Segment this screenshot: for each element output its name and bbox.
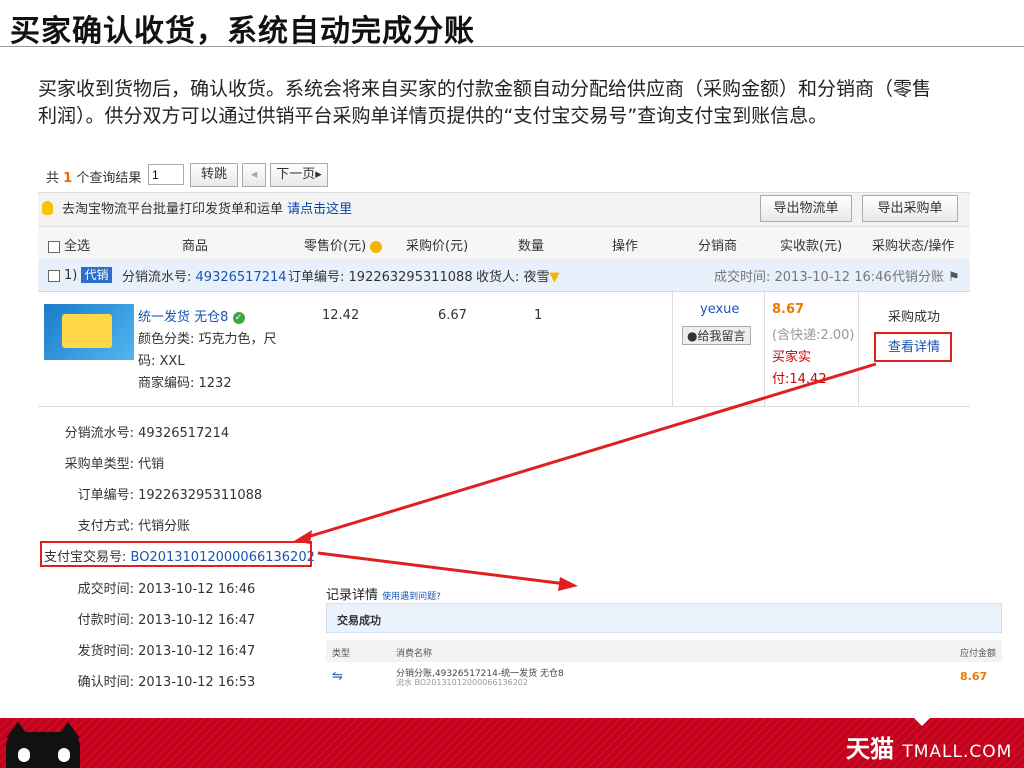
record-serial: 流水 BO20131012000066136202 (396, 678, 528, 687)
help-icon[interactable] (370, 240, 383, 253)
product-name-link[interactable]: 统一发货 无仓8 ✓ (138, 306, 245, 325)
col-product: 商品 (182, 239, 209, 254)
purchase-status: 采购成功 (888, 310, 941, 325)
consignment-tag: 代销 (81, 267, 112, 283)
detail-deal-time: 成交时间: 2013-10-12 16:46 (77, 582, 256, 597)
tmall-brand: 天猫 TMALL.COM (846, 735, 1013, 763)
col-action: 操作 (612, 239, 639, 254)
received-amount: 8.67 (772, 302, 805, 317)
col-amount: 应付金额 (960, 649, 997, 659)
hint-bar: 去淘宝物流平台批量打印发货单和运单 请点击这里 导出物流单 导出采购单 (38, 192, 970, 227)
trade-status: 交易成功 (337, 614, 381, 627)
detail-serial: 分销流水号: 49326517214 (64, 426, 230, 441)
table-header: 全选 商品 零售价(元) 采购价(元) 数量 操作 分销商 实收款(元) 采购状… (38, 226, 970, 260)
product-thumbnail[interactable] (44, 304, 134, 360)
order-summary-row: 1) 代销 分销流水号: 49326517214 订单编号: 192263295… (38, 259, 970, 292)
record-status-bar: 交易成功 (326, 603, 1002, 633)
record-amount: 8.67 (960, 670, 988, 683)
jump-button[interactable]: 转跳 (190, 163, 238, 187)
export-purchase-button[interactable]: 导出采购单 (862, 195, 958, 222)
quantity: 1 (534, 308, 543, 323)
chat-icon: ● (687, 329, 698, 343)
buyer-paid-line2: 付:14.42 (772, 372, 827, 387)
product-spec-line2: 码: XXL (138, 354, 185, 369)
shipping-note: (含快递:2.00) (772, 328, 855, 343)
view-details-highlight (874, 332, 952, 362)
flag-icon[interactable]: ⚑ (948, 270, 960, 285)
cat-eye-icon (18, 748, 30, 762)
checkbox-icon[interactable] (48, 269, 60, 282)
purchase-price: 6.67 (438, 308, 467, 323)
intro-paragraph: 买家收到货物后，确认收货。系统会将来自买家的付款金额自动分配给供应商（采购金额）… (38, 78, 932, 127)
filter-icon[interactable]: ▼ (550, 270, 560, 285)
receiver: 收货人: 夜雪▼ (476, 270, 560, 285)
next-page-button[interactable]: 下一页▸ (270, 163, 328, 187)
transfer-icon: ⇋ (332, 669, 343, 684)
alipay-number-highlight (40, 541, 312, 567)
deal-time: 成交时间: 2013-10-12 16:46 (714, 270, 892, 285)
select-all[interactable]: 全选 (48, 235, 90, 254)
record-table-header: 类型 消费名称 应付金额 (326, 640, 1002, 662)
alipay-record-panel: 记录详情 使用遇到问题? 交易成功 类型 消费名称 应付金额 ⇋ 分销分账,49… (326, 582, 1002, 690)
checkbox-icon[interactable] (48, 240, 60, 253)
detail-pay-time: 付款时间: 2013-10-12 16:47 (77, 613, 256, 628)
purchase-detail-list: 分销流水号: 49326517214 采购单类型: 代销 订单编号: 19226… (38, 414, 316, 692)
export-logistics-button[interactable]: 导出物流单 (760, 195, 852, 222)
purchase-order-panel: 共 1 个查询结果 转跳 ◂ 下一页▸ 去淘宝物流平台批量打印发货单和运单 请点… (38, 158, 970, 407)
order-checkbox[interactable]: 1) 代销 (48, 266, 112, 283)
record-title: 记录详情 使用遇到问题? (326, 588, 441, 603)
footer-notch (914, 718, 930, 726)
lightbulb-icon (42, 201, 53, 215)
serial-number: 分销流水号: 49326517214 (122, 270, 287, 285)
col-type: 类型 (332, 649, 351, 659)
hint-text: 去淘宝物流平台批量打印发货单和运单 请点击这里 (62, 202, 353, 217)
prev-page-button[interactable]: ◂ (242, 163, 266, 187)
leave-message-button[interactable]: ●给我留言 (682, 326, 751, 345)
distributor-name-link[interactable]: yexue (700, 302, 739, 317)
cat-eye-icon (58, 748, 70, 762)
col-retail-price: 零售价(元) (304, 235, 383, 254)
col-quantity: 数量 (518, 239, 545, 254)
order-number: 订单编号: 192263295311088 (288, 270, 473, 285)
detail-confirm-time: 确认时间: 2013-10-12 16:53 (77, 675, 256, 690)
title-divider (0, 46, 1024, 47)
click-here-link[interactable]: 请点击这里 (287, 202, 352, 217)
buyer-paid-line1: 买家实 (772, 350, 812, 365)
col-distributor: 分销商 (698, 239, 738, 254)
help-link[interactable]: 使用遇到问题? (382, 592, 441, 602)
result-count: 共 1 个查询结果 (46, 171, 142, 186)
slide-title: 买家确认收货，系统自动完成分账 (10, 14, 475, 49)
col-name: 消费名称 (396, 649, 433, 659)
detail-order: 订单编号: 192263295311088 (77, 488, 263, 503)
order-item-row: 统一发货 无仓8 ✓ 颜色分类: 巧克力色，尺 码: XXL 商家编码: 123… (38, 292, 970, 407)
col-received: 实收款(元) (780, 239, 843, 254)
col-status: 采购状态/操作 (872, 239, 955, 254)
detail-type: 采购单类型: 代销 (64, 457, 165, 472)
record-row: ⇋ 分销分账,49326517214-统一发货 无仓8 流水 BO2013101… (326, 663, 1002, 690)
page-number-input[interactable] (148, 164, 184, 185)
merchant-code: 商家编码: 1232 (138, 376, 232, 391)
pagination-bar: 共 1 个查询结果 转跳 ◂ 下一页▸ (38, 158, 970, 192)
verified-icon: ✓ (232, 311, 245, 324)
detail-pay-method: 支付方式: 代销分账 (77, 519, 191, 534)
retail-price: 12.42 (322, 308, 360, 323)
detail-ship-time: 发货时间: 2013-10-12 16:47 (77, 644, 256, 659)
arrow-alipay-to-record (317, 551, 567, 586)
split-status: 代销分账 ⚑ (892, 270, 960, 285)
product-spec-line1: 颜色分类: 巧克力色，尺 (138, 332, 277, 347)
col-purchase-price: 采购价(元) (406, 239, 469, 254)
